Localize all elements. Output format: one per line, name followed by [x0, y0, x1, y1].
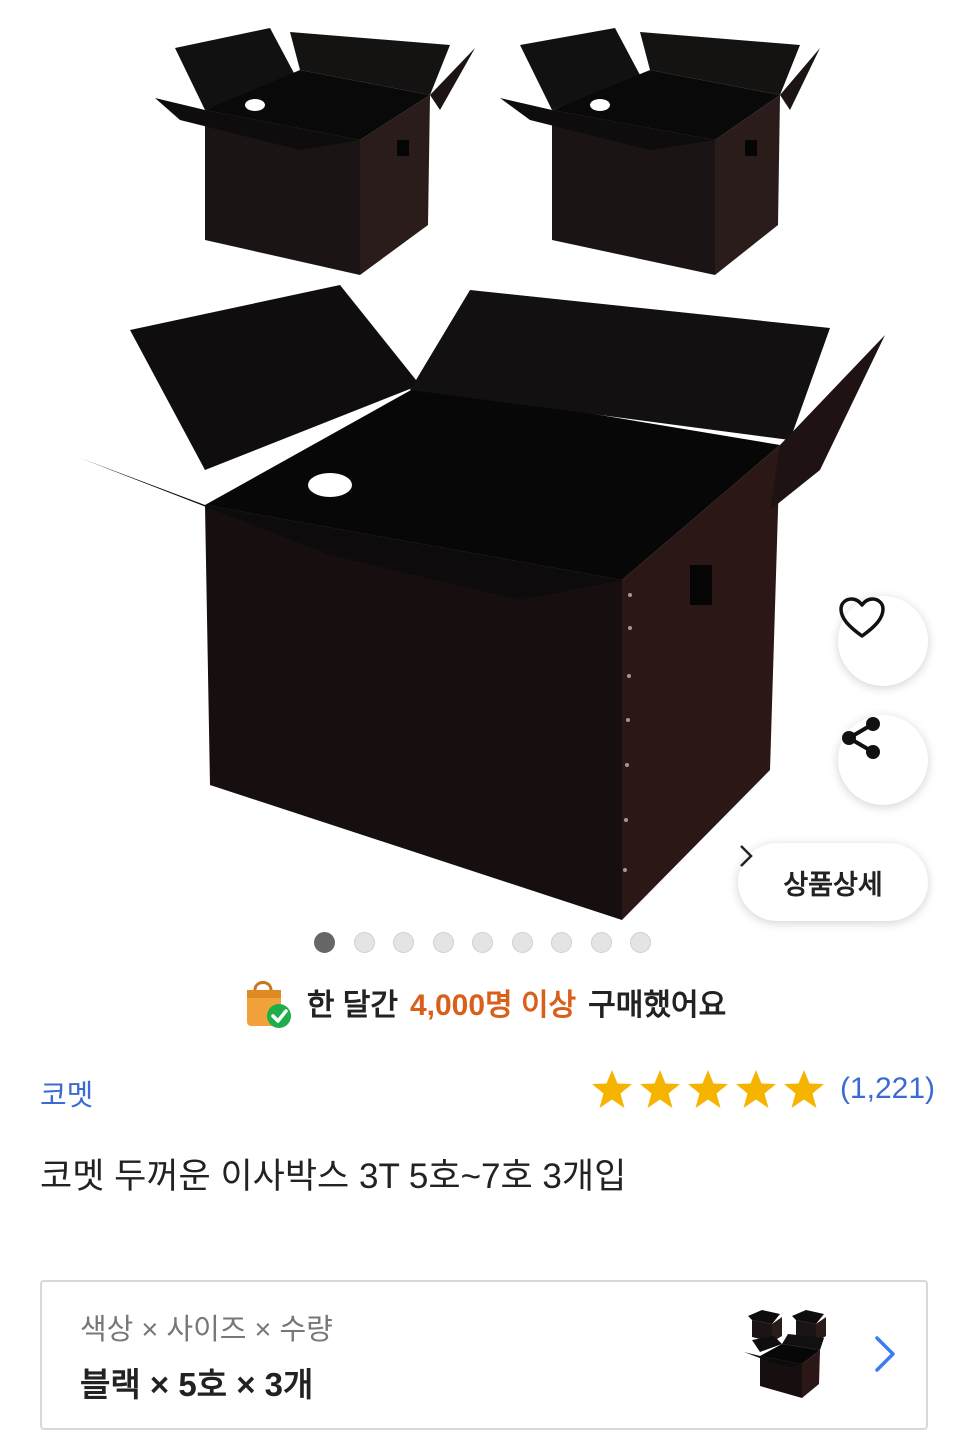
pagination-dot[interactable] — [432, 932, 454, 953]
purchase-count-banner: 한 달간 4,000명 이상 구매했어요 — [0, 972, 967, 1032]
pagination-dot[interactable] — [314, 932, 335, 953]
wishlist-button[interactable] — [838, 596, 928, 686]
brand-link[interactable]: 코멧 — [40, 1072, 93, 1114]
star-icon — [783, 1070, 824, 1108]
review-count: (1,221) — [839, 1072, 935, 1105]
product-detail-label: 상품상세 — [783, 869, 883, 900]
shopping-bag-check-icon — [246, 981, 291, 1028]
share-button[interactable] — [838, 715, 928, 805]
star-icon — [591, 1070, 632, 1108]
option-label: 색상 × 사이즈 × 수량 — [80, 1314, 333, 1346]
star-icon — [735, 1070, 776, 1108]
pagination-dot[interactable] — [472, 932, 493, 953]
heart-icon — [839, 597, 885, 638]
option-value: 블랙 × 5호 × 3개 — [80, 1366, 314, 1403]
pagination-dot[interactable] — [393, 932, 414, 953]
pagination-dot[interactable] — [353, 932, 375, 953]
star-icon — [639, 1070, 680, 1108]
pagination-dot[interactable] — [511, 932, 533, 953]
social-proof-suffix: 구매했어요 — [588, 989, 727, 1022]
social-proof-prefix: 한 달간 — [306, 989, 398, 1022]
product-title: 코멧 두꺼운 이사박스 3T 5호~7호 3개입 — [40, 1157, 627, 1196]
pagination-dot[interactable] — [630, 932, 651, 953]
pagination-dot[interactable] — [590, 932, 612, 953]
box-small-right — [500, 28, 820, 275]
box-large — [80, 285, 885, 920]
box-small-left — [155, 28, 475, 275]
gallery-pagination[interactable] — [314, 932, 651, 953]
pagination-dot[interactable] — [551, 932, 572, 953]
rating-summary[interactable]: (1,221) — [590, 1068, 935, 1110]
option-thumbnail — [744, 1310, 826, 1398]
star-icon — [687, 1070, 728, 1108]
chevron-right-icon — [875, 1336, 895, 1372]
product-image-gallery[interactable]: 상품상세 — [0, 0, 967, 960]
option-selector[interactable]: 색상 × 사이즈 × 수량 블랙 × 5호 × 3개 — [40, 1280, 928, 1430]
chevron-right-icon — [740, 845, 753, 867]
product-image — [80, 28, 885, 920]
product-detail-button[interactable]: 상품상세 — [738, 843, 928, 921]
share-icon — [842, 717, 880, 759]
social-proof-highlight: 4,000명 이상 — [409, 989, 577, 1022]
